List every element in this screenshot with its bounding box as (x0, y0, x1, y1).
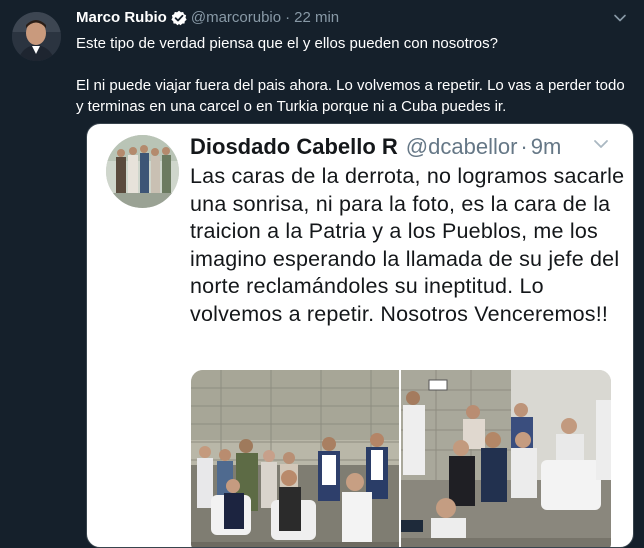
embedded-header: Diosdado Cabello R @dcabellor · 9m (190, 134, 561, 160)
embedded-author-avatar (106, 135, 179, 208)
embedded-separator-dot: · (520, 134, 528, 159)
embedded-author-handle: @dcabellor (405, 134, 518, 159)
tweet-text: Este tipo de verdad piensa que el y ello… (76, 33, 636, 117)
tweet-paragraph: El ni puede viajar fuera del pais ahora.… (76, 77, 625, 115)
caret-down-icon[interactable] (612, 10, 628, 26)
tweet[interactable]: Marco Rubio @marcorubio · 22 min Este ti… (0, 0, 644, 548)
embedded-caret-down-icon (592, 138, 610, 152)
tweet-timestamp[interactable]: 22 min (294, 9, 339, 26)
author-avatar[interactable] (12, 12, 61, 61)
attached-image[interactable]: Diosdado Cabello R @dcabellor · 9m Las c… (86, 123, 634, 548)
author-name[interactable]: Marco Rubio (76, 9, 167, 26)
embedded-author-name: Diosdado Cabello R (190, 134, 398, 159)
separator-dot: · (285, 9, 291, 26)
embedded-photo-right (401, 370, 611, 547)
embedded-photo-left (191, 370, 399, 547)
author-handle[interactable]: @marcorubio (191, 9, 281, 26)
tweet-paragraph: Este tipo de verdad piensa que el y ello… (76, 35, 498, 52)
embedded-timestamp: 9m (530, 134, 562, 159)
tweet-header: Marco Rubio @marcorubio · 22 min (76, 9, 339, 26)
verified-icon (171, 10, 187, 26)
embedded-tweet-text: Las caras de la derrota, no logramos sac… (190, 164, 625, 326)
